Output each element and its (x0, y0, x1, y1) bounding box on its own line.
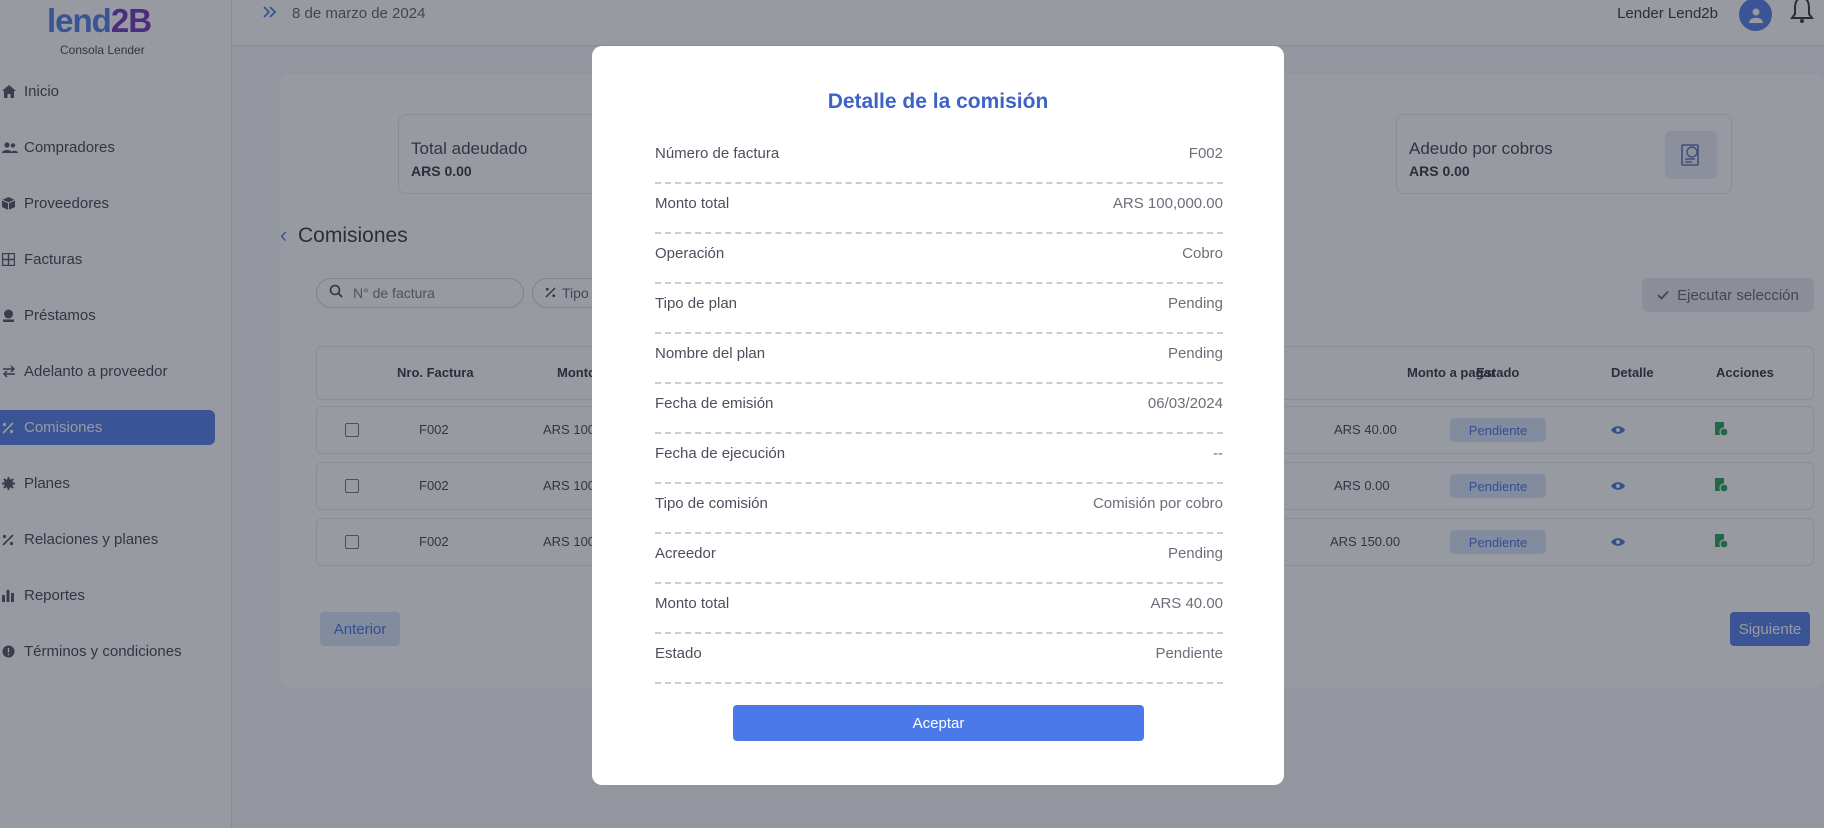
detail-label: Tipo de comisión (655, 495, 768, 512)
detail-value: Comisión por cobro (1092, 495, 1223, 512)
detail-value: ARS 100,000.00 (1112, 195, 1223, 212)
detail-row: Nombre del plan Pending (655, 334, 1223, 384)
detail-value: F002 (1188, 145, 1223, 162)
detail-row: Fecha de emisión 06/03/2024 (655, 384, 1223, 434)
detail-value: Pendiente (1155, 645, 1223, 662)
detail-label: Estado (655, 645, 702, 662)
accept-button[interactable]: Aceptar (733, 705, 1144, 741)
detail-value: Pending (1167, 295, 1223, 312)
detail-row: Operación Cobro (655, 234, 1223, 284)
detail-row: Monto total ARS 40.00 (655, 584, 1223, 634)
detail-value: -- (1213, 445, 1223, 462)
detail-label: Monto total (655, 595, 730, 612)
detail-row: Fecha de ejecución -- (655, 434, 1223, 484)
detail-value: Pending (1167, 345, 1223, 362)
detail-label: Monto total (655, 195, 730, 212)
detail-label: Operación (655, 245, 725, 262)
detail-row: Tipo de comisión Comisión por cobro (655, 484, 1223, 534)
detail-row: Estado Pendiente (655, 634, 1223, 684)
detail-row: Acreedor Pending (655, 534, 1223, 584)
detail-label: Número de factura (655, 145, 780, 162)
detail-value: Cobro (1182, 245, 1223, 262)
detail-value: 06/03/2024 (1147, 395, 1223, 412)
detail-row: Tipo de plan Pending (655, 284, 1223, 334)
detail-row: Número de factura F002 (655, 134, 1223, 184)
detail-label: Fecha de ejecución (655, 445, 786, 462)
detail-row: Monto total ARS 100,000.00 (655, 184, 1223, 234)
detail-label: Acreedor (655, 545, 716, 562)
commission-detail-modal: Detalle de la comisión Número de factura… (592, 46, 1284, 785)
detail-label: Fecha de emisión (655, 395, 774, 412)
detail-value: Pending (1167, 545, 1223, 562)
modal-title: Detalle de la comisión (827, 90, 1049, 113)
detail-label: Nombre del plan (655, 345, 766, 362)
detail-label: Tipo de plan (655, 295, 738, 312)
detail-value: ARS 40.00 (1150, 595, 1223, 612)
